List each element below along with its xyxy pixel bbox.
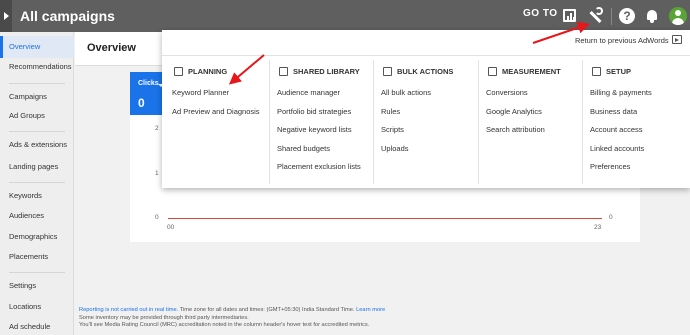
page-title: All campaigns xyxy=(20,8,115,24)
menu-item-all-bulk-actions[interactable]: All bulk actions xyxy=(381,88,431,97)
x-tick-label: 00 xyxy=(167,224,175,231)
setup-icon xyxy=(592,67,601,76)
nav-divider xyxy=(9,272,65,273)
y-tick-label: 1 xyxy=(155,170,159,177)
menu-item-shared-budgets[interactable]: Shared budgets xyxy=(277,144,330,153)
menu-item-uploads[interactable]: Uploads xyxy=(381,144,409,153)
menu-item-search-attribution[interactable]: Search attribution xyxy=(486,125,545,134)
menu-item-google-analytics[interactable]: Google Analytics xyxy=(486,107,542,116)
sidebar-item-keywords[interactable]: Keywords xyxy=(0,185,74,207)
y-tick-label: 2 xyxy=(155,125,159,132)
column-divider xyxy=(478,60,479,184)
y-tick-label: 0 xyxy=(155,214,159,221)
nav-divider xyxy=(9,182,65,183)
sidebar-item-recommendations[interactable]: Recommendations xyxy=(0,56,74,78)
sidebar-item-placements[interactable]: Placements xyxy=(0,246,74,268)
shared-library-icon xyxy=(279,67,288,76)
metric-value: 0 xyxy=(138,96,145,110)
planning-column: PLANNING Keyword Planner Ad Preview and … xyxy=(172,56,272,188)
menu-item-audience-manager[interactable]: Audience manager xyxy=(277,88,340,97)
tools-icon[interactable] xyxy=(587,7,605,25)
menu-item-negative-keyword-lists[interactable]: Negative keyword lists xyxy=(277,125,352,134)
sidebar-item-ad-groups[interactable]: Ad Groups xyxy=(0,105,74,127)
menu-item-keyword-planner[interactable]: Keyword Planner xyxy=(172,88,229,97)
side-nav: Overview Recommendations Campaigns Ad Gr… xyxy=(0,32,74,335)
overview-title: Overview xyxy=(87,42,136,54)
planning-icon xyxy=(174,67,183,76)
timezone-text: Time zone for all dates and times: (GMT+… xyxy=(178,307,357,313)
y-tick-label-right: 0 xyxy=(609,214,613,221)
measurement-column: MEASUREMENT Conversions Google Analytics… xyxy=(486,56,581,188)
sidebar-item-landing-pages[interactable]: Landing pages xyxy=(0,156,74,178)
reporting-link[interactable]: Reporting is not carried out in real tim… xyxy=(79,307,178,313)
top-bar: All campaigns GO TO ? xyxy=(0,0,690,32)
bulk-actions-icon xyxy=(383,67,392,76)
menu-item-scripts[interactable]: Scripts xyxy=(381,125,404,134)
x-tick-label: 23 xyxy=(594,224,602,231)
menu-item-preferences[interactable]: Preferences xyxy=(590,162,630,171)
bulk-actions-heading: BULK ACTIONS xyxy=(381,67,453,76)
bulk-actions-column: BULK ACTIONS All bulk actions Rules Scri… xyxy=(381,56,476,188)
chevron-right-icon xyxy=(4,12,9,20)
menu-item-linked-accounts[interactable]: Linked accounts xyxy=(590,144,644,153)
menu-item-portfolio-bid-strategies[interactable]: Portfolio bid strategies xyxy=(277,107,351,116)
footer-notes: Reporting is not carried out in real tim… xyxy=(79,307,599,330)
help-icon[interactable]: ? xyxy=(618,7,636,25)
planning-heading: PLANNING xyxy=(172,67,227,76)
menu-item-account-access[interactable]: Account access xyxy=(590,125,643,134)
menu-item-placement-exclusion-lists[interactable]: Placement exclusion lists xyxy=(277,162,361,171)
column-divider xyxy=(582,60,583,184)
measurement-icon xyxy=(488,67,497,76)
exit-icon[interactable] xyxy=(672,35,682,44)
learn-more-link[interactable]: Learn more xyxy=(356,307,385,313)
measurement-heading: MEASUREMENT xyxy=(486,67,561,76)
setup-column: SETUP Billing & payments Business data A… xyxy=(590,56,685,188)
sidebar-item-ad-schedule[interactable]: Ad schedule xyxy=(0,316,74,335)
sidebar-item-settings[interactable]: Settings xyxy=(0,275,74,297)
sidebar-item-ads-extensions[interactable]: Ads & extensions xyxy=(0,134,74,156)
sidebar-item-audiences[interactable]: Audiences xyxy=(0,205,74,227)
column-divider xyxy=(269,60,270,184)
metric-label: Clicks xyxy=(138,80,159,87)
footer-line: You'll see Media Rating Council (MRC) ac… xyxy=(79,322,370,328)
column-divider xyxy=(373,60,374,184)
menu-item-billing-payments[interactable]: Billing & payments xyxy=(590,88,652,97)
reports-icon[interactable] xyxy=(561,7,579,25)
panel-top-bar: Return to previous AdWords xyxy=(162,30,690,55)
sidebar-item-locations[interactable]: Locations xyxy=(0,296,74,318)
nav-divider xyxy=(9,83,65,84)
menu-item-business-data[interactable]: Business data xyxy=(590,107,637,116)
shared-library-heading: SHARED LIBRARY xyxy=(277,67,360,76)
menu-item-rules[interactable]: Rules xyxy=(381,107,400,116)
menu-item-conversions[interactable]: Conversions xyxy=(486,88,528,97)
footer-line: Some inventory may be provided through t… xyxy=(79,314,249,321)
expand-nav-button[interactable] xyxy=(0,0,12,32)
sidebar-item-demographics[interactable]: Demographics xyxy=(0,226,74,248)
toolbar-divider xyxy=(611,8,612,25)
clicks-series-line xyxy=(168,218,602,219)
sidebar-item-overview[interactable]: Overview xyxy=(0,36,74,58)
shared-library-column: SHARED LIBRARY Audience manager Portfoli… xyxy=(277,56,377,188)
nav-divider xyxy=(9,131,65,132)
tools-menu-panel: Return to previous AdWords PLANNING Keyw… xyxy=(162,30,690,188)
setup-heading: SETUP xyxy=(590,67,631,76)
avatar[interactable] xyxy=(669,7,687,25)
return-to-previous-adwords-link[interactable]: Return to previous AdWords xyxy=(575,36,669,45)
clicks-metric-tile[interactable]: Clicks 0 xyxy=(130,72,164,115)
menu-item-ad-preview-diagnosis[interactable]: Ad Preview and Diagnosis xyxy=(172,107,260,116)
go-to-button[interactable]: GO TO xyxy=(523,8,558,19)
notifications-icon[interactable] xyxy=(643,7,661,25)
